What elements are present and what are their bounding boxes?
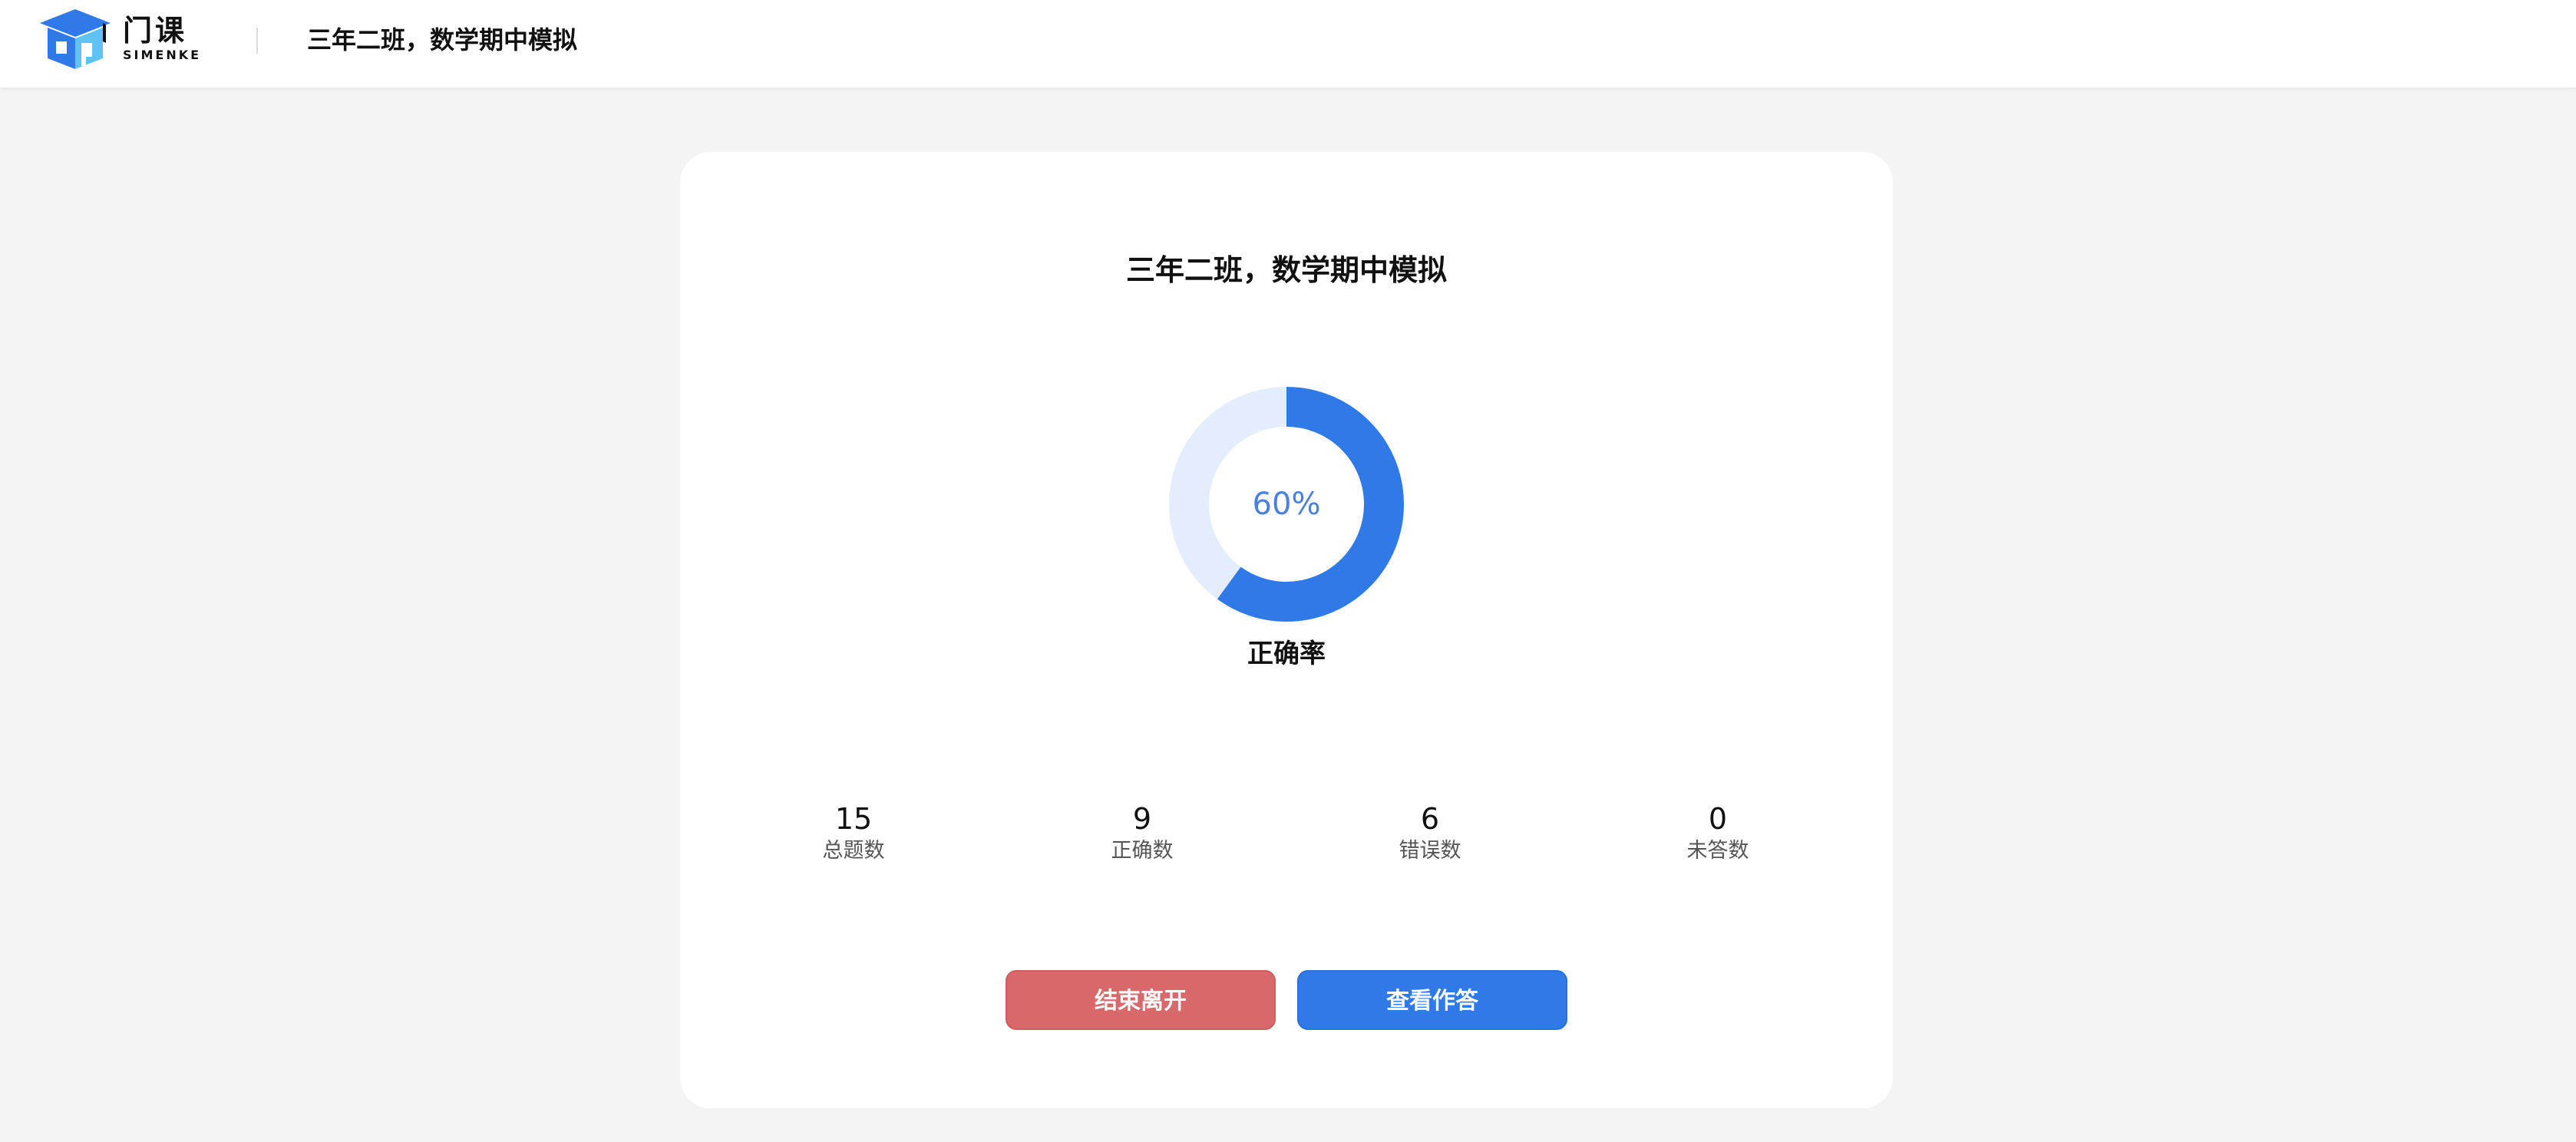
stat-wrong-value: 6	[1420, 802, 1440, 836]
stat-total-label: 总题数	[822, 839, 885, 863]
accuracy-donut-chart: 60%	[1168, 386, 1405, 622]
leave-button[interactable]: 结束离开	[1006, 970, 1276, 1030]
accuracy-label: 正确率	[1247, 639, 1326, 669]
brand-name: 门课	[123, 14, 188, 48]
stat-total-value: 15	[834, 802, 873, 836]
stat-wrong: 6 错误数	[1353, 801, 1507, 866]
stat-unanswered-value: 0	[1708, 802, 1728, 836]
stat-wrong-label: 错误数	[1399, 839, 1461, 863]
brand-subtitle: SIMENKE	[123, 48, 202, 62]
accuracy-percent: 60%	[1252, 487, 1321, 522]
result-card: 三年二班，数学期中模拟 60% 正确率 15 总题数 9 正确数 6 错误数 0…	[680, 152, 1893, 1108]
stat-unanswered: 0 未答数	[1641, 801, 1795, 866]
brand-text: 门课 SIMENKE	[123, 14, 201, 63]
stat-correct-label: 正确数	[1111, 839, 1174, 863]
header-divider	[256, 28, 258, 54]
stat-total: 15 总题数	[777, 801, 930, 866]
view-answers-button[interactable]: 查看作答	[1297, 970, 1567, 1030]
stats-row: 15 总题数 9 正确数 6 错误数 0 未答数	[680, 801, 1893, 878]
stat-unanswered-label: 未答数	[1686, 839, 1749, 863]
graduation-cap-logo-icon[interactable]	[40, 9, 111, 71]
exam-title: 三年二班，数学期中模拟	[1125, 253, 1447, 287]
page-title: 三年二班，数学期中模拟	[307, 25, 578, 54]
top-header-bar: 门课 SIMENKE 三年二班，数学期中模拟	[0, 0, 2576, 87]
stat-correct: 9 正确数	[1065, 801, 1219, 866]
stat-correct-value: 9	[1132, 802, 1152, 836]
